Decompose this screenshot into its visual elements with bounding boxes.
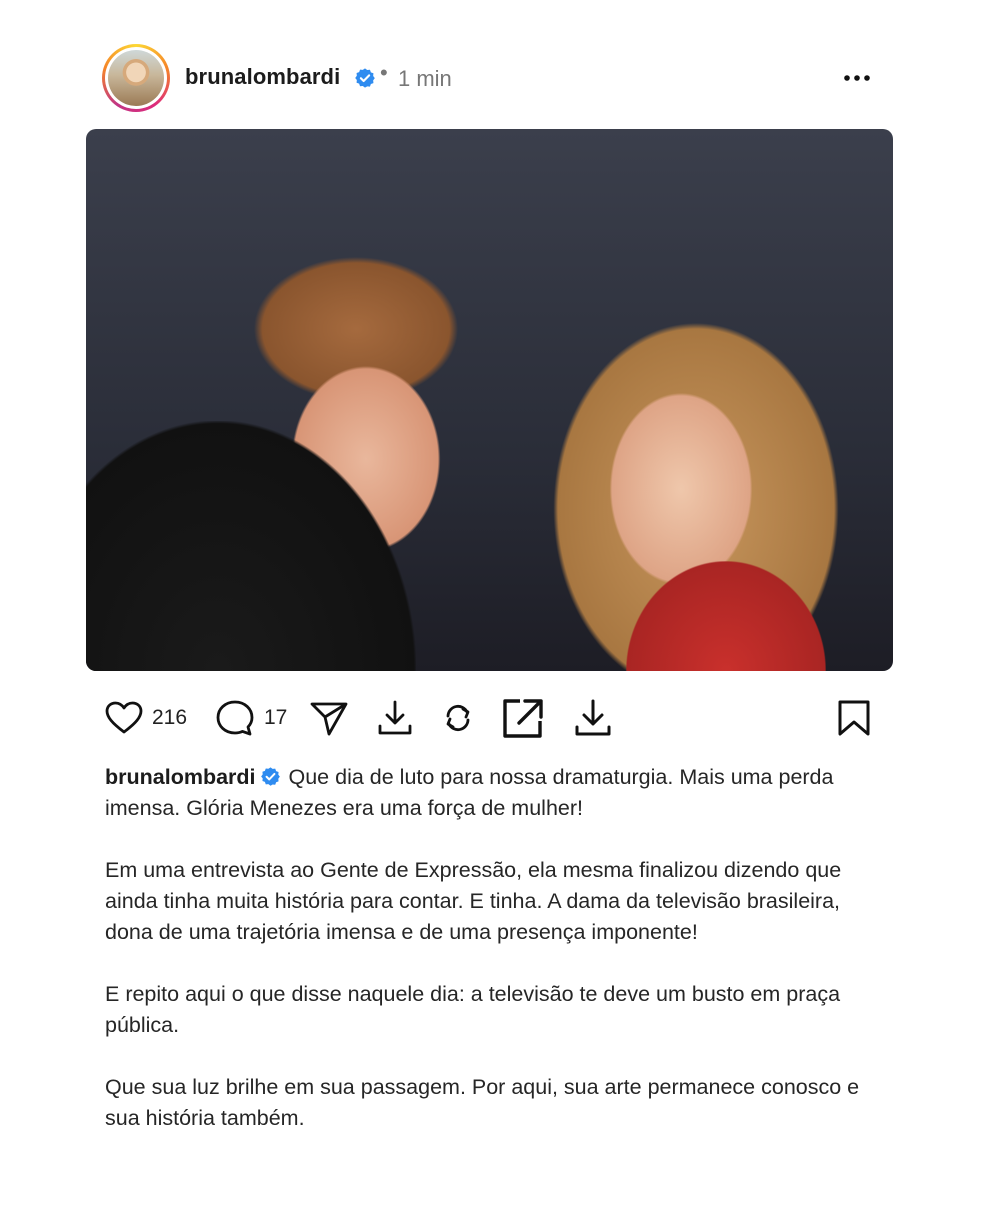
save-download-button[interactable] (572, 690, 614, 746)
comment-icon (216, 700, 254, 736)
like-count: 216 (152, 706, 188, 729)
verified-badge-icon (260, 767, 280, 786)
post-time: 1 min (398, 66, 452, 91)
bookmark-button[interactable] (834, 690, 874, 746)
comment-count: 17 (264, 706, 288, 729)
heart-icon (105, 701, 143, 734)
repost-icon (446, 704, 470, 732)
bookmark-icon (838, 700, 870, 736)
download-button[interactable] (375, 690, 415, 746)
caption-paragraph-4: Que sua luz brilhe em sua passagem. Por … (105, 1075, 860, 1130)
external-link-icon (503, 699, 543, 738)
comment-button[interactable]: 17 (214, 690, 287, 746)
photo-detail-right (626, 561, 826, 671)
download-alt-icon (575, 699, 611, 736)
post-photo[interactable] (86, 129, 893, 671)
caption-paragraph-3: E repito aqui o que disse naquele dia: a… (105, 982, 841, 1037)
send-icon (310, 702, 348, 736)
caption-paragraph-1: brunalombardi Que dia de luto para nossa… (105, 762, 885, 824)
more-options-icon[interactable] (840, 66, 874, 90)
post-header: brunalombardi • 1 min (0, 0, 984, 128)
open-external-button[interactable] (500, 690, 546, 746)
like-button[interactable]: 216 (104, 690, 187, 746)
avatar-photo (108, 50, 164, 106)
caption-paragraph-2: Em uma entrevista ao Gente de Expressão,… (105, 858, 842, 944)
caption-username[interactable]: brunalombardi (105, 765, 256, 789)
avatar[interactable] (102, 44, 170, 112)
action-bar: 216 17 (0, 690, 984, 750)
repost-button[interactable] (438, 690, 478, 746)
download-icon (378, 700, 412, 735)
post-caption: brunalombardi Que dia de luto para nossa… (105, 762, 885, 1165)
separator-dot: • (380, 60, 388, 85)
username-link[interactable]: brunalombardi (185, 64, 340, 90)
photo-detail-left (86, 421, 416, 671)
share-button[interactable] (308, 690, 350, 746)
verified-badge-icon (355, 68, 375, 88)
